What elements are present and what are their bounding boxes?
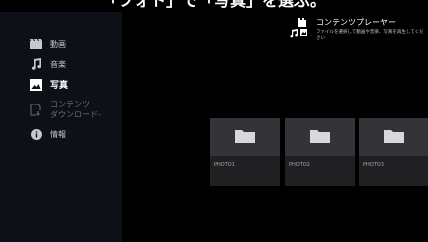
app-description: ファイルを選択して動画や音楽、写真を再生してください: [316, 30, 424, 41]
sidebar-item-music[interactable]: 音楽: [30, 58, 66, 70]
tile-label: PHOTO1: [214, 162, 235, 168]
app-title: コンテンツプレーヤー: [316, 18, 396, 27]
sidebar-item-info[interactable]: 情報: [30, 128, 66, 140]
tile-label: PHOTO3: [363, 162, 384, 168]
tile-photo2[interactable]: PHOTO2: [285, 118, 355, 186]
sidebar-item-label-line2: ダウンロード-: [50, 110, 101, 119]
photo-icon: [30, 78, 42, 91]
sidebar-item-content-download[interactable]: コンテンツ ダウンロード-: [30, 100, 101, 120]
tile-thumbnail: [359, 118, 428, 156]
content-player-icon: [288, 16, 312, 40]
tile-caption: PHOTO2: [285, 156, 355, 186]
tile-photo3[interactable]: PHOTO3: [359, 118, 428, 186]
tile-thumbnail: [285, 118, 355, 156]
tile-photo1[interactable]: PHOTO1: [210, 118, 280, 186]
tile-label: PHOTO2: [289, 162, 310, 168]
tile-caption: PHOTO3: [359, 156, 428, 186]
sidebar-item-label-line1: コンテンツ: [50, 100, 90, 109]
sidebar-item-video[interactable]: 動画: [30, 38, 66, 50]
movie-icon: [30, 38, 42, 50]
sidebar-item-photo[interactable]: 写真: [30, 78, 68, 91]
sidebar-item-label: 写真: [50, 81, 69, 91]
tile-caption: PHOTO1: [210, 156, 280, 186]
sidebar: 動画 音楽 写真 コンテンツ ダウンロード- 情報: [0, 12, 122, 242]
app-header: コンテンツプレーヤー ファイルを選択して動画や音楽、写真を再生してください: [288, 16, 424, 46]
folder-icon: [235, 128, 255, 147]
content-download-icon: [30, 104, 42, 116]
banner-text: 「フォト」で「写真」を選ぶ。: [0, 0, 428, 8]
folder-icon: [310, 128, 330, 147]
sidebar-item-label: 音楽: [50, 59, 66, 69]
sidebar-item-label: 情報: [50, 129, 66, 139]
info-icon: [30, 128, 42, 140]
sidebar-item-label: 動画: [50, 39, 66, 49]
music-note-icon: [30, 58, 42, 70]
folder-icon: [384, 128, 404, 147]
tile-thumbnail: [210, 118, 280, 156]
